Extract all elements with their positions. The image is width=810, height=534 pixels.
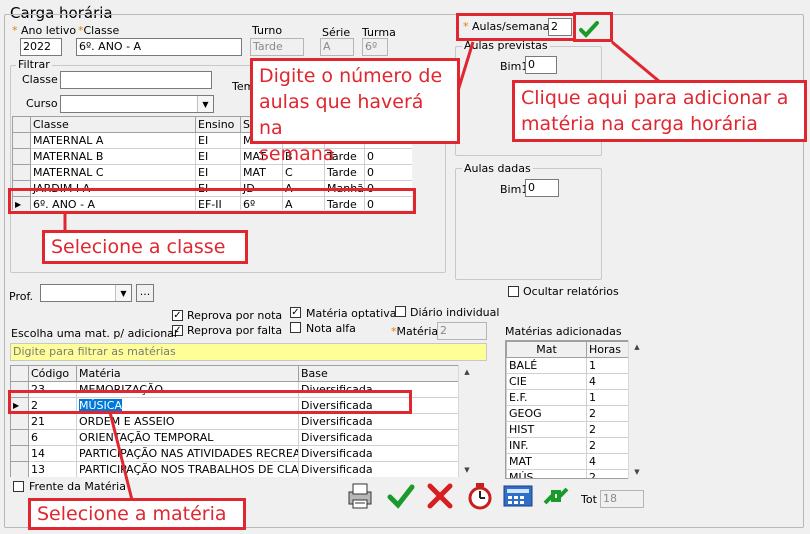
annotation-clique: Clique aqui para adicionar a matéria na …: [512, 80, 807, 142]
annotation-digite: Digite o número de aulas que haverá na s…: [250, 58, 460, 165]
annotation-selecione-classe: Selecione a classe: [42, 230, 248, 264]
annotation-selecione-materia: Selecione a matéria: [28, 498, 246, 530]
